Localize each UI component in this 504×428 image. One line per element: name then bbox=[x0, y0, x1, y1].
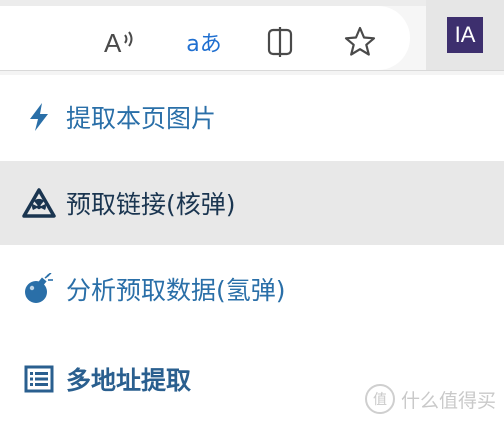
menu-item-prefetch-links[interactable]: 预取链接(核弹) bbox=[0, 161, 504, 245]
menu-item-extract-images[interactable]: 提取本页图片 bbox=[0, 75, 504, 159]
browser-toolbar: A aあ IA bbox=[0, 0, 504, 71]
extension-button[interactable]: IA bbox=[426, 0, 504, 70]
menu-item-label: 分析预取数据(氢弹) bbox=[66, 276, 286, 305]
extension-menu: 提取本页图片 预取链接(核弹) 分析预取数据(氢弹) 多地址提取 值 什么值得买 bbox=[0, 75, 504, 428]
menu-item-analyze-prefetch[interactable]: 分析预取数据(氢弹) bbox=[0, 247, 504, 331]
extension-badge: IA bbox=[447, 17, 483, 53]
menu-item-label: 多地址提取 bbox=[66, 366, 192, 395]
watermark-text: 什么值得买 bbox=[400, 389, 496, 412]
list-icon bbox=[22, 362, 56, 396]
nuclear-warning-icon bbox=[22, 186, 56, 220]
watermark: 值 什么值得买 bbox=[364, 384, 496, 414]
bomb-icon bbox=[22, 272, 56, 306]
menu-item-label: 预取链接(核弹) bbox=[66, 190, 236, 219]
watermark-badge-icon: 值 bbox=[364, 384, 395, 414]
read-aloud-button[interactable]: A bbox=[100, 22, 140, 62]
menu-item-label: 提取本页图片 bbox=[66, 104, 217, 133]
svg-text:A: A bbox=[104, 28, 122, 58]
favorites-button[interactable] bbox=[340, 22, 380, 62]
translate-button[interactable]: aあ bbox=[180, 22, 228, 62]
read-aloud-icon: A bbox=[104, 28, 133, 58]
split-screen-button[interactable] bbox=[260, 22, 300, 62]
translate-label: aあ bbox=[186, 32, 222, 57]
split-screen-icon bbox=[267, 27, 293, 57]
star-icon bbox=[344, 26, 376, 56]
lightning-icon bbox=[22, 100, 56, 134]
